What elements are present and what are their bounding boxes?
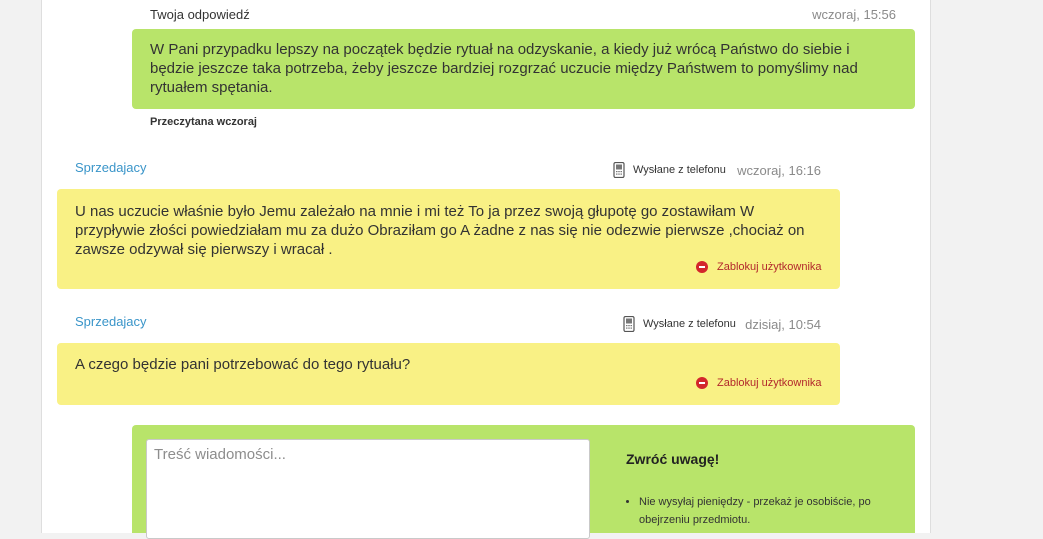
sent-via-label: Wysłane z telefonu xyxy=(643,318,736,330)
block-user-label: Zablokuj użytkownika xyxy=(717,261,822,273)
block-user-button[interactable]: Zablokuj użytkownika xyxy=(696,261,822,273)
message-timestamp: wczoraj, 15:56 xyxy=(812,7,896,22)
received-message-bubble: A czego będzie pani potrzebować do tego … xyxy=(57,343,840,405)
notice-list: Nie wysyłaj pieniędzy - przekaż je osobi… xyxy=(622,493,919,529)
message-timestamp: wczoraj, 16:16 xyxy=(737,163,821,178)
message-text: W Pani przypadku lepszy na początek będz… xyxy=(150,41,858,96)
no-entry-icon xyxy=(696,261,708,273)
sent-via-label: Wysłane z telefonu xyxy=(633,164,726,176)
notice-title: Zwróć uwagę! xyxy=(626,451,720,467)
own-reply-label: Twoja odpowiedź xyxy=(150,7,250,22)
compose-area: Zwróć uwagę! Nie wysyłaj pieniędzy - prz… xyxy=(132,425,915,539)
block-user-button[interactable]: Zablokuj użytkownika xyxy=(696,377,822,389)
no-entry-icon xyxy=(696,377,708,389)
sender-link[interactable]: Sprzedajacy xyxy=(75,160,147,175)
sender-link[interactable]: Sprzedajacy xyxy=(75,314,147,329)
message-text: A czego będzie pani potrzebować do tego … xyxy=(75,356,411,373)
received-message-bubble: U nas uczucie właśnie było Jemu zależało… xyxy=(57,189,840,289)
sent-from-phone-info: Wysłane z telefonu xyxy=(623,316,736,332)
read-status: Przeczytana wczoraj xyxy=(150,116,257,128)
own-message-bubble: W Pani przypadku lepszy na początek będz… xyxy=(132,29,915,109)
message-input[interactable] xyxy=(146,439,590,539)
sent-from-phone-info: Wysłane z telefonu xyxy=(613,162,726,178)
message-text: U nas uczucie właśnie było Jemu zależało… xyxy=(75,203,805,258)
mobile-phone-icon xyxy=(613,162,625,178)
block-user-label: Zablokuj użytkownika xyxy=(717,377,822,389)
mobile-phone-icon xyxy=(623,316,635,332)
notice-item: Nie wysyłaj pieniędzy - przekaż je osobi… xyxy=(639,493,919,529)
message-timestamp: dzisiaj, 10:54 xyxy=(745,317,821,332)
